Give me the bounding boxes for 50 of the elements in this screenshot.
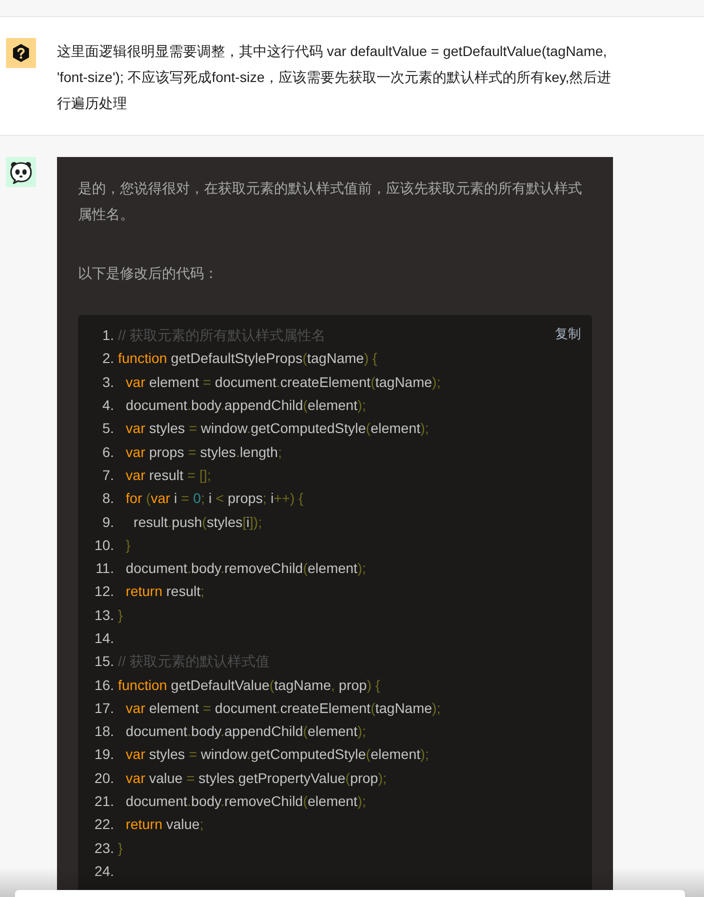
line-number: 24. <box>94 862 114 881</box>
question-text: 这里面逻辑很明显需要调整，其中这行代码 var defaultValue = getDefaultValue(tagName, 'font-size'); 不应该写死成font-size，应该需要先获取一次元素的默认样式的所有key,然后进行遍历处理 <box>57 42 612 113</box>
line-number: 6. <box>101 442 114 462</box>
question-avatar-icon <box>6 38 36 68</box>
code-line: } <box>118 606 123 625</box>
line-number: 17. <box>94 698 114 718</box>
code-line: var element = document.createElement(tagName); <box>124 698 441 718</box>
code-line: } <box>118 838 123 858</box>
answer-text: 是的，您说得很对，在获取元素的默认样式值前，应该先获取元素的所有默认样式属性名。 <box>78 179 583 224</box>
line-number: 12. <box>94 582 114 602</box>
line-number: 23. <box>94 838 114 858</box>
line-number: 2. <box>101 349 114 368</box>
code-line: } <box>124 536 130 555</box>
line-number: 9. <box>101 512 114 532</box>
code-line: var value = styles.getPropertyValue(prop); <box>124 768 387 788</box>
code-line: result.push(styles[i]); <box>132 512 262 532</box>
panda-avatar-icon <box>6 157 36 187</box>
line-number: 13. <box>94 606 114 625</box>
code-line: function getDefaultValue(tagName, prop) { <box>118 676 380 695</box>
line-number: 18. <box>94 722 114 742</box>
line-number: 7. <box>101 466 114 485</box>
line-number: 21. <box>94 792 114 812</box>
code-line: var result = []; <box>124 466 211 485</box>
code-line: var styles = window.getComputedStyle(element); <box>124 419 429 438</box>
line-number: 20. <box>94 768 114 788</box>
line-number: 3. <box>101 372 114 392</box>
code-line: document.body.appendChild(element); <box>124 722 366 742</box>
line-number: 22. <box>94 815 114 834</box>
line-number: 19. <box>94 745 114 764</box>
line-number: 8. <box>101 489 114 508</box>
code-line: return result; <box>124 582 204 602</box>
code-line: var styles = window.getComputedStyle(element); <box>124 745 429 764</box>
code-line: document.body.appendChild(element); <box>124 396 366 416</box>
code-line: var props = styles.length; <box>124 442 282 462</box>
code-line: function getDefaultStyleProps(tagName) { <box>118 349 378 368</box>
code-line: return value; <box>124 815 204 834</box>
line-number: 14. <box>94 629 114 648</box>
line-number: 15. <box>94 652 114 672</box>
line-number: 5. <box>101 419 114 438</box>
copy-button[interactable]: 复制 <box>555 324 581 344</box>
code-line: document.body.removeChild(element); <box>124 792 366 812</box>
code-line: var element = document.createElement(tagName); <box>124 372 441 392</box>
line-number: 10. <box>94 536 114 555</box>
line-number: 4. <box>101 396 114 416</box>
line-number: 16. <box>94 676 114 695</box>
line-number: 1. <box>101 326 114 346</box>
line-number: 11. <box>94 559 114 578</box>
code-line: document.body.removeChild(element); <box>124 559 366 578</box>
code-line: for (var i = 0; i < props; i++) { <box>124 489 304 508</box>
answer-text: 以下是修改后的代码： <box>78 264 219 283</box>
